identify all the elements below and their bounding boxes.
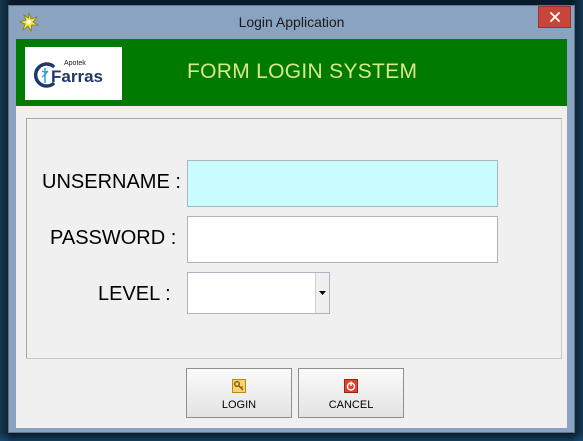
window-title: Login Application [238, 14, 345, 30]
form-title: FORM LOGIN SYSTEM [187, 60, 418, 83]
cancel-button[interactable]: CANCEL [298, 368, 404, 418]
password-input[interactable] [187, 216, 498, 263]
chevron-down-icon [319, 291, 326, 295]
login-form-group: UNSERNAME : PASSWORD : LEVEL : [26, 118, 562, 359]
close-button[interactable] [538, 6, 571, 28]
cancel-button-label: CANCEL [328, 399, 374, 411]
login-button-label: LOGIN [221, 399, 257, 411]
key-icon [232, 379, 246, 393]
level-dropdown-button[interactable] [315, 273, 329, 313]
logo: Apotek Farras [25, 47, 122, 100]
logo-small-text: Apotek [64, 60, 86, 67]
username-label: UNSERNAME : [42, 171, 181, 193]
login-window: Login Application Apotek Farras FORM LOG… [8, 5, 575, 433]
close-icon [549, 12, 560, 22]
login-button[interactable]: LOGIN [186, 368, 292, 418]
password-label: PASSWORD : [50, 227, 177, 249]
header-banner: Apotek Farras FORM LOGIN SYSTEM [16, 39, 567, 106]
level-label: LEVEL : [98, 283, 171, 305]
logo-brand-text: Farras [51, 67, 103, 86]
title-bar[interactable]: Login Application [9, 6, 574, 39]
window-client-area: Apotek Farras FORM LOGIN SYSTEM UNSERNAM… [16, 39, 567, 428]
username-input[interactable] [187, 160, 498, 207]
level-select[interactable] [187, 272, 330, 314]
power-icon [344, 379, 358, 393]
